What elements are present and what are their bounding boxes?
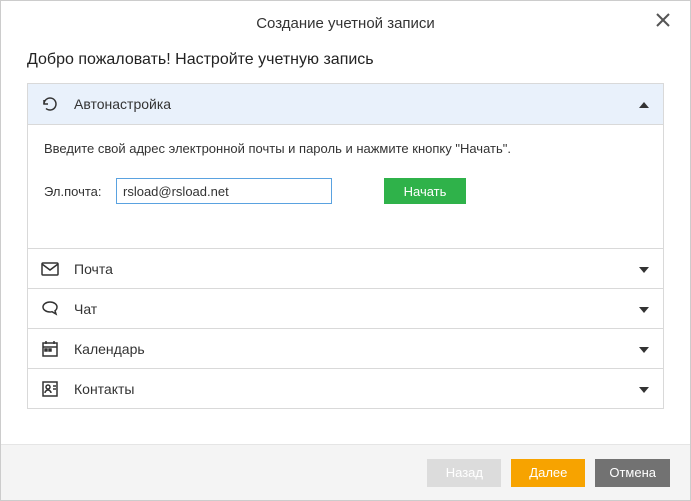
section-contacts-header[interactable]: Контакты <box>28 368 663 408</box>
section-calendar-header[interactable]: Календарь <box>28 328 663 368</box>
section-chat-header[interactable]: Чат <box>28 288 663 328</box>
section-autosetup-label: Автонастройка <box>74 96 639 112</box>
create-account-dialog: Создание учетной записи Добро пожаловать… <box>0 0 691 501</box>
email-label: Эл.почта: <box>44 184 108 199</box>
contacts-icon <box>40 379 60 399</box>
start-button[interactable]: Начать <box>384 178 466 204</box>
caret-down-icon <box>639 383 651 395</box>
chat-icon <box>40 299 60 319</box>
caret-up-icon <box>639 98 651 110</box>
titlebar: Создание учетной записи <box>1 1 690 45</box>
email-field[interactable] <box>116 178 332 204</box>
welcome-heading: Добро пожаловать! Настройте учетную запи… <box>27 51 664 69</box>
close-button[interactable] <box>656 13 676 33</box>
email-row: Эл.почта: Начать <box>44 178 647 204</box>
section-mail-header[interactable]: Почта <box>28 248 663 288</box>
close-icon <box>656 13 670 27</box>
mail-icon <box>40 259 60 279</box>
section-chat-label: Чат <box>74 301 639 317</box>
section-autosetup-header[interactable]: Автонастройка <box>28 84 663 124</box>
section-autosetup-body: Введите свой адрес электронной почты и п… <box>28 124 663 248</box>
caret-down-icon <box>639 303 651 315</box>
calendar-icon <box>40 339 60 359</box>
dialog-footer: Назад Далее Отмена <box>1 444 690 500</box>
refresh-icon <box>40 94 60 114</box>
caret-down-icon <box>639 343 651 355</box>
caret-down-icon <box>639 263 651 275</box>
dialog-content: Добро пожаловать! Настройте учетную запи… <box>1 45 690 444</box>
back-button: Назад <box>427 459 501 487</box>
section-calendar-label: Календарь <box>74 341 639 357</box>
autosetup-instruction: Введите свой адрес электронной почты и п… <box>44 141 647 156</box>
section-contacts-label: Контакты <box>74 381 639 397</box>
section-mail-label: Почта <box>74 261 639 277</box>
dialog-title: Создание учетной записи <box>256 15 435 32</box>
next-button[interactable]: Далее <box>511 459 585 487</box>
accordion: Автонастройка Введите свой адрес электро… <box>27 83 664 409</box>
cancel-button[interactable]: Отмена <box>595 459 670 487</box>
